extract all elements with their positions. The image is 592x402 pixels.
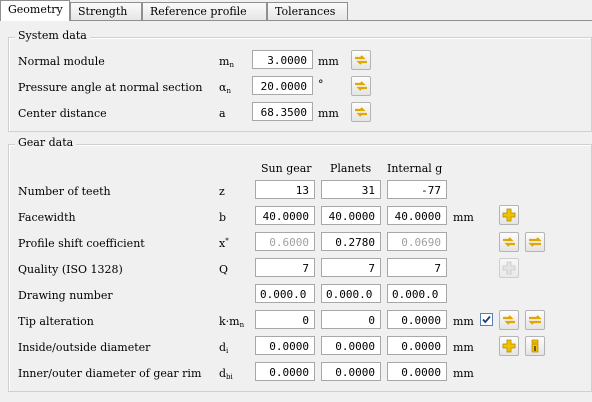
drawing-number-internal-input[interactable]: 0.000.0 [387,284,447,303]
tip-alteration-internal-input[interactable]: 0.0000 [387,310,447,329]
quality-label: Quality (ISO 1328) [18,263,123,276]
tip-alteration-unit: mm [453,315,474,328]
number-of-teeth-symbol: z [219,185,225,198]
io-diameter-unit: mm [453,341,474,354]
facewidth-symbol: b [219,211,227,224]
profile-shift-planets-input[interactable]: 0.2780 [321,232,381,251]
rim-diameter-sun-input[interactable]: 0.0000 [255,362,315,381]
normal-module-input[interactable]: 3.0000 [252,50,313,69]
tab-reference-profile[interactable]: Reference profile [142,2,267,20]
column-internal-gear: Internal g [387,162,443,175]
tip-alteration-sizing-button[interactable] [499,310,519,330]
tip-alteration-sun-input[interactable]: 0 [255,310,315,329]
normal-module-label: Normal module [18,55,105,68]
pressure-angle-unit: ° [318,78,324,91]
quality-sun-input[interactable]: 7 [255,258,315,277]
plus-icon [502,339,516,353]
column-planets: Planets [330,162,372,175]
profile-shift-internal-input[interactable]: 0.0690 [387,232,447,251]
center-distance-symbol: a [219,107,226,120]
profile-shift-sun-input[interactable]: 0.6000 [255,232,315,251]
rim-diameter-label: Inner/outer diameter of gear rim [18,367,202,380]
swap-arrows-icon [528,237,542,247]
io-diameter-internal-input[interactable]: 0.0000 [387,336,447,355]
quality-symbol: Q [219,263,229,276]
pressure-angle-label: Pressure angle at normal section [18,81,203,94]
teeth-sun-input[interactable]: 13 [255,180,315,199]
drawing-number-planets-input[interactable]: 0.000.0 [321,284,381,303]
column-sun-gear: Sun gear [261,162,312,175]
profile-shift-label: Profile shift coefficient [18,237,145,250]
double-arrow-icon [503,237,515,247]
facewidth-sun-input[interactable]: 40.0000 [255,206,315,225]
quality-plus-button[interactable] [499,258,519,278]
normal-module-symbol: mn [219,55,234,69]
facewidth-internal-input[interactable]: 40.0000 [387,206,447,225]
rim-diameter-unit: mm [453,367,474,380]
profile-shift-symbol: x* [219,237,229,250]
tab-baseline [0,20,592,21]
rim-diameter-internal-input[interactable]: 0.0000 [387,362,447,381]
tab-tolerances[interactable]: Tolerances [267,2,348,20]
system-data-title: System data [15,29,90,42]
swap-arrows-icon [528,315,542,325]
double-arrow-icon [355,81,367,91]
rim-diameter-planets-input[interactable]: 0.0000 [321,362,381,381]
normal-module-unit: mm [318,55,339,68]
profile-shift-sizing-button[interactable] [499,232,519,252]
quality-internal-input[interactable]: 7 [387,258,447,277]
tip-alteration-planets-input[interactable]: 0 [321,310,381,329]
tab-strip: Geometry Strength Reference profile Tole… [0,0,592,21]
info-icon [531,339,539,353]
gear-data-title: Gear data [15,136,77,149]
checkmark-icon [482,315,491,324]
double-arrow-icon [355,107,367,117]
drawing-number-sun-input[interactable]: 0.000.0 [255,284,315,303]
facewidth-label: Facewidth [18,211,76,224]
facewidth-unit: mm [453,211,474,224]
plus-icon [502,261,516,275]
profile-shift-swap-button[interactable] [525,232,545,252]
facewidth-plus-button[interactable] [499,205,519,225]
tip-alteration-swap-button[interactable] [525,310,545,330]
pressure-angle-symbol: αn [219,81,231,95]
teeth-internal-input[interactable]: -77 [387,180,447,199]
io-diameter-info-button[interactable] [525,336,545,356]
normal-module-sizing-button[interactable] [351,50,371,70]
facewidth-planets-input[interactable]: 40.0000 [321,206,381,225]
plus-icon [502,208,516,222]
io-diameter-sun-input[interactable]: 0.0000 [255,336,315,355]
tip-alteration-checkbox[interactable] [480,313,493,326]
io-diameter-plus-button[interactable] [499,336,519,356]
tip-alteration-label: Tip alteration [18,315,94,328]
center-distance-input[interactable]: 68.3500 [252,102,313,121]
inside-outside-diameter-label: Inside/outside diameter [18,341,151,354]
tab-geometry[interactable]: Geometry [0,0,70,21]
teeth-planets-input[interactable]: 31 [321,180,381,199]
tab-strength[interactable]: Strength [70,2,142,20]
io-diameter-planets-input[interactable]: 0.0000 [321,336,381,355]
center-distance-label: Center distance [18,107,107,120]
center-distance-unit: mm [318,107,339,120]
inside-outside-diameter-symbol: di [219,341,229,355]
center-distance-sizing-button[interactable] [351,102,371,122]
quality-planets-input[interactable]: 7 [321,258,381,277]
double-arrow-icon [503,315,515,325]
pressure-angle-input[interactable]: 20.0000 [252,76,313,95]
tip-alteration-symbol: k·mn [219,315,245,329]
number-of-teeth-label: Number of teeth [18,185,111,198]
double-arrow-icon [355,55,367,65]
drawing-number-label: Drawing number [18,289,113,302]
pressure-angle-sizing-button[interactable] [351,76,371,96]
rim-diameter-symbol: dbi [219,367,233,381]
